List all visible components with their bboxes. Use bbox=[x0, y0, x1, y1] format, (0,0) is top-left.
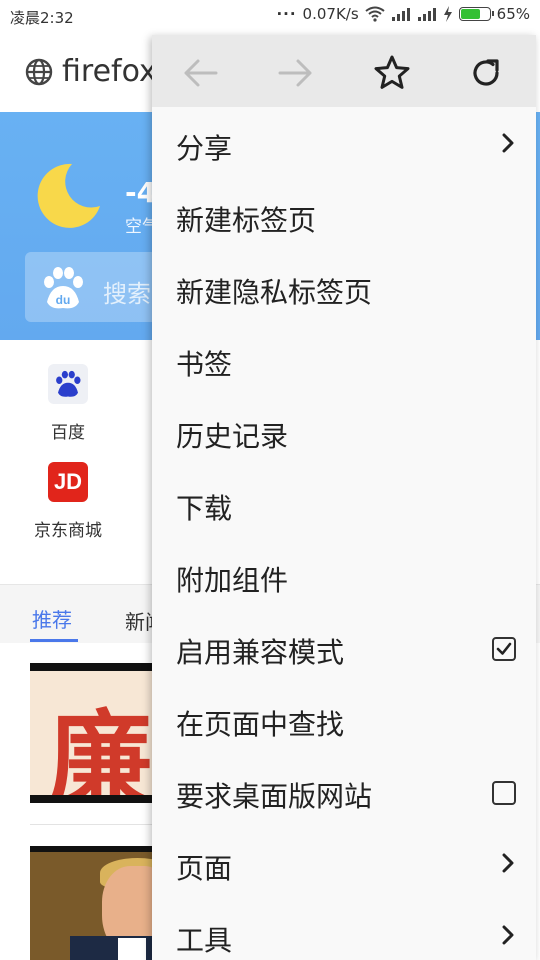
chevron-right-icon bbox=[502, 925, 514, 945]
chevron-right-icon bbox=[502, 853, 514, 873]
signal-icon-1 bbox=[391, 8, 410, 21]
menu-nav-row bbox=[152, 35, 536, 107]
photo-shirt bbox=[118, 938, 146, 960]
search-placeholder: 搜索 bbox=[103, 280, 151, 308]
moon-icon bbox=[37, 163, 100, 228]
quick-link-jd[interactable]: JD 京东商城 bbox=[28, 462, 108, 541]
status-bar: 凌晨2:32 ··· 0.07K/s 65% bbox=[0, 0, 540, 32]
reload-icon bbox=[473, 59, 499, 86]
battery-icon bbox=[458, 7, 494, 21]
menu-item[interactable]: 下载 bbox=[152, 467, 536, 539]
battery-percent: 65% bbox=[496, 5, 530, 23]
menu-item-label: 附加组件 bbox=[176, 564, 289, 597]
tab-active-indicator bbox=[30, 639, 78, 642]
baidu-icon bbox=[48, 364, 88, 404]
bookmark-button[interactable] bbox=[370, 51, 414, 95]
checkbox-checked[interactable] bbox=[492, 637, 516, 661]
quick-link-baidu[interactable]: 百度 bbox=[40, 364, 96, 443]
baidu-paw-icon: du bbox=[44, 267, 83, 309]
menu-item[interactable]: 书签 bbox=[152, 323, 536, 395]
menu-item[interactable]: 页面 bbox=[152, 827, 536, 899]
checkbox-unchecked[interactable] bbox=[492, 781, 516, 805]
more-dots-icon: ··· bbox=[276, 5, 297, 23]
menu-item-label: 页面 bbox=[176, 852, 233, 885]
menu-item[interactable]: 启用兼容模式 bbox=[152, 611, 536, 683]
reload-button[interactable] bbox=[464, 51, 508, 95]
arrow-right-icon bbox=[278, 59, 312, 87]
charging-icon bbox=[443, 6, 452, 22]
network-speed: 0.07K/s bbox=[302, 5, 359, 23]
menu-item-label: 书签 bbox=[176, 348, 233, 381]
menu-item-label: 要求桌面版网站 bbox=[176, 780, 373, 813]
brand-name: firefox bbox=[62, 54, 157, 89]
menu-item[interactable]: 新建标签页 bbox=[152, 179, 536, 251]
menu-item[interactable]: 新建隐私标签页 bbox=[152, 251, 536, 323]
tab-recommend[interactable]: 推荐 bbox=[32, 604, 72, 633]
overflow-menu: 分享新建标签页新建隐私标签页 书签历史记录下载附加组件启用兼容模式 在页面中查找 要求… bbox=[152, 35, 536, 960]
menu-item-label: 在页面中查找 bbox=[176, 708, 345, 741]
wifi-icon bbox=[365, 6, 385, 22]
arrow-left-icon bbox=[184, 59, 218, 87]
menu-item-label: 分享 bbox=[176, 132, 233, 165]
menu-item[interactable]: 分享 bbox=[152, 107, 536, 179]
svg-text:du: du bbox=[56, 293, 71, 307]
check-icon bbox=[496, 642, 512, 655]
menu-item[interactable]: 历史记录 bbox=[152, 395, 536, 467]
status-time: 凌晨2:32 bbox=[10, 9, 74, 27]
forward-button[interactable] bbox=[274, 51, 318, 95]
menu-item[interactable]: 要求桌面版网站 bbox=[152, 755, 536, 827]
globe-icon bbox=[25, 58, 53, 86]
star-icon bbox=[374, 55, 410, 89]
menu-item-label: 新建隐私标签页 bbox=[176, 276, 373, 309]
status-right: ··· 0.07K/s 65% bbox=[276, 5, 530, 23]
signal-icon-2 bbox=[417, 8, 436, 21]
back-button[interactable] bbox=[178, 51, 222, 95]
chevron-right-icon bbox=[502, 133, 514, 153]
feed-image-character: 廉 bbox=[48, 698, 153, 803]
menu-item[interactable]: 附加组件 bbox=[152, 539, 536, 611]
menu-item-label: 历史记录 bbox=[176, 420, 289, 453]
menu-item[interactable]: 工具 bbox=[152, 899, 536, 960]
jd-icon: JD bbox=[48, 462, 88, 502]
menu-item-label: 工具 bbox=[176, 924, 233, 957]
menu-item-label: 启用兼容模式 bbox=[176, 636, 345, 669]
quick-link-label: 百度 bbox=[51, 423, 85, 443]
menu-item[interactable]: 在页面中查找 bbox=[152, 683, 536, 755]
menu-item-label: 下载 bbox=[176, 492, 233, 525]
menu-item-label: 新建标签页 bbox=[176, 204, 317, 237]
quick-link-label: 京东商城 bbox=[34, 521, 102, 541]
